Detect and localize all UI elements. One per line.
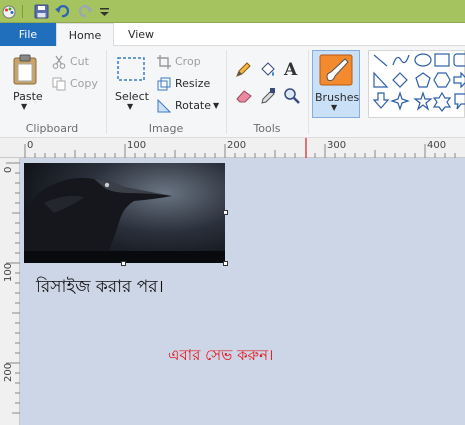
customize-dropdown-icon[interactable] [97,4,112,19]
crop-label: Crop [175,55,201,68]
group-divider [308,50,309,134]
cut-label: Cut [70,55,89,68]
paste-label: Paste [13,90,43,103]
vertical-ruler-ticks [6,162,20,414]
undo-icon[interactable] [55,4,70,19]
ruler-label: 300 [327,140,347,151]
hexagon-shape[interactable] [433,72,451,88]
image-group-label: Image [148,122,184,135]
pentagon-shape[interactable] [415,72,431,88]
crow-photo [24,163,225,263]
paste-icon [13,54,37,85]
brush-icon [319,54,353,86]
canvas-caption-after-resize: রিসাইজ করার পর। [36,277,164,297]
paint-app-icon[interactable] [2,4,17,19]
magnifier-icon[interactable] [283,87,301,105]
rectangle-shape[interactable] [434,53,450,67]
brushes-dropdown-icon: ▼ [331,103,338,112]
diamond-shape[interactable] [392,72,408,88]
right-triangle-shape[interactable] [373,71,389,88]
redo-icon[interactable] [78,4,93,19]
clipboard-group-label: Clipboard [25,122,79,135]
rotate-icon [157,99,171,113]
tab-file[interactable]: File [0,23,56,46]
ruler-label: 400 [427,140,447,151]
shapes-gallery-icons [372,53,465,112]
ruler-label: 0 [27,140,34,151]
tab-home[interactable]: Home [56,23,114,47]
four-point-star-shape[interactable] [390,91,410,111]
eraser-icon[interactable] [235,88,253,104]
resize-handle-bottom[interactable] [121,261,126,266]
resize-handle-corner[interactable] [223,261,228,266]
ribbon-tabs: File Home View [0,23,465,47]
rotate-label: Rotate [175,99,212,112]
ribbon: Paste ▼ Cut Copy Clipboard Select ▼ Crop… [0,46,465,138]
quick-access-toolbar [0,0,465,23]
line-shape[interactable] [373,54,388,67]
six-point-star-shape[interactable] [432,91,452,112]
ruler-label: 200 [227,140,247,151]
select-rectangle-icon [117,57,145,81]
ruler-label: 100 [3,262,14,282]
canvas-caption-save-now: এবার সেভ করুন। [168,346,274,364]
select-dropdown-icon: ▼ [127,102,134,111]
canvas-image[interactable] [24,163,225,263]
resize-handle-right[interactable] [223,210,228,215]
select-button[interactable]: Select ▼ [112,52,152,114]
ruler-label: 100 [127,140,147,151]
curve-shape[interactable] [392,54,410,66]
tab-view[interactable]: View [114,23,168,46]
resize-icon [157,77,171,91]
rotate-dropdown-icon: ▼ [213,101,220,110]
canvas-workspace[interactable]: রিসাইজ করার পর। এবার সেভ করুন। [20,158,465,425]
resize-button[interactable]: Resize [157,76,213,92]
copy-label: Copy [70,77,98,90]
down-arrow-shape[interactable] [372,92,390,109]
qat-separator [22,5,23,18]
oval-shape[interactable] [414,53,432,67]
ruler-label: 200 [3,362,14,382]
ruler-label: 0 [3,166,14,173]
cut-button[interactable]: Cut [52,54,96,70]
color-picker-icon[interactable] [260,87,276,105]
paste-dropdown-icon: ▼ [21,102,28,111]
copy-button[interactable]: Copy [52,76,100,92]
shapes-gallery [368,50,465,118]
right-arrow-shape[interactable] [453,71,465,89]
rotate-button[interactable]: Rotate ▼ [157,98,221,114]
horizontal-ruler: 0 100 200 300 400 [0,138,465,158]
five-point-star-shape[interactable] [413,91,433,111]
brushes-button[interactable]: Brushes ▼ [312,50,360,118]
fill-icon[interactable] [259,61,277,79]
scissors-icon [52,55,66,69]
crop-icon [157,55,171,69]
copy-icon [52,77,66,91]
text-icon[interactable]: A [284,60,297,80]
callout-shape[interactable] [454,93,465,110]
rounded-rectangle-shape[interactable] [453,53,465,67]
paste-button[interactable]: Paste ▼ [6,50,46,116]
pencil-icon[interactable] [235,62,251,78]
vertical-ruler: 0 100 200 [0,158,20,425]
tools-group-label: Tools [253,122,281,135]
resize-label: Resize [175,77,211,90]
save-icon[interactable] [34,4,49,19]
crop-button[interactable]: Crop [157,54,207,70]
